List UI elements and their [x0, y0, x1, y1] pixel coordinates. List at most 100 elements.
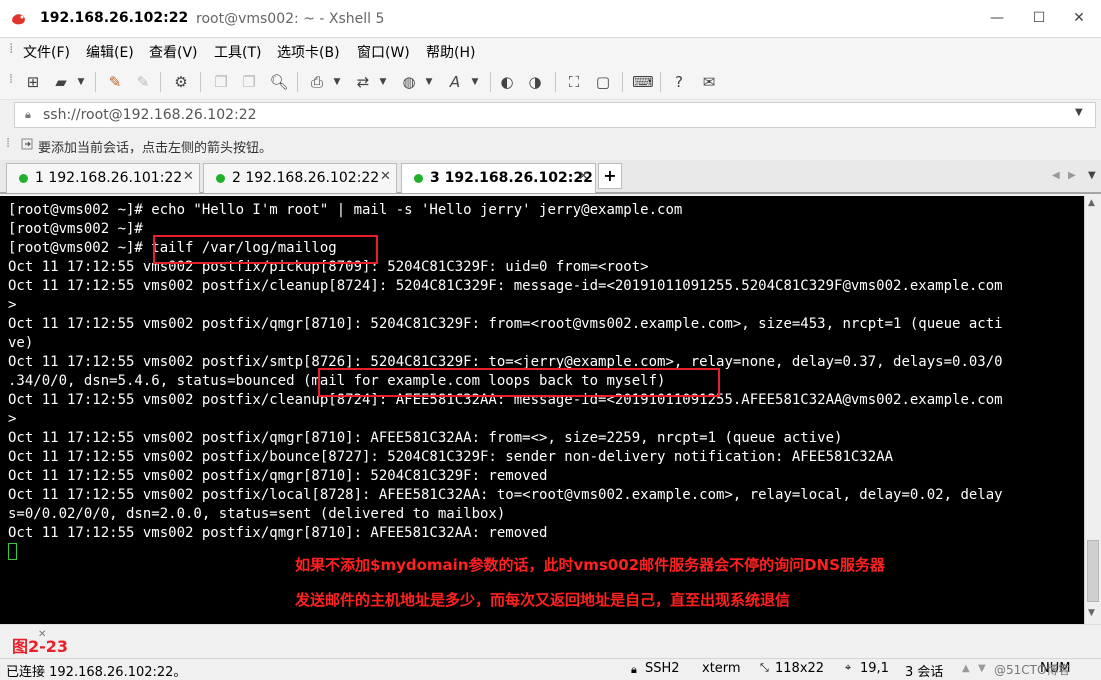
connected-dot-icon — [414, 174, 423, 183]
print-icon[interactable]: ⎙ — [306, 72, 328, 92]
xftp-icon[interactable]: ◐ — [496, 72, 518, 92]
globe-icon[interactable]: ◍ — [398, 72, 420, 92]
transfer-dropdown-icon[interactable]: ▼ — [372, 72, 394, 92]
terminal-line: Oct 11 17:12:55 vms002 postfix/cleanup[8… — [8, 278, 1003, 294]
connected-dot-icon — [216, 174, 225, 183]
terminal-cursor — [8, 543, 17, 560]
terminal-line: [root@vms002 ~]# — [8, 221, 143, 237]
terminal-line: [root@vms002 ~]# echo "Hello I'm root" |… — [8, 202, 683, 218]
terminal-line: Oct 11 17:12:55 vms002 postfix/qmgr[8710… — [8, 316, 1003, 332]
toolbar-grip-icon: ⁞ — [9, 72, 14, 87]
address-text[interactable]: ssh://root@192.168.26.102:22 — [43, 107, 257, 123]
title-bar: 192.168.26.102:22 root@vms002: ~ - Xshel… — [0, 0, 1101, 38]
toolbar: ⁞ ⊞ ▰ ▼ ✎ ✎ ⚙ ❐ ❐ 🔍︎ ⎙ ▼ ⇄ ▼ ◍ ▼ A ▼ ◐ ◑… — [0, 64, 1101, 100]
window-title-host: 192.168.26.102:22 — [40, 10, 189, 26]
toolbar-separator — [95, 72, 96, 92]
address-bar[interactable]: 🔒︎ ssh://root@192.168.26.102:22 ▼ — [14, 102, 1096, 128]
status-bar: 已连接 192.168.26.102:22。 🔒︎ SSH2 xterm ⤡ 1… — [0, 658, 1101, 680]
xmanager-icon[interactable]: ◑ — [524, 72, 546, 92]
terminal-line: > — [8, 411, 17, 427]
terminal[interactable]: [root@vms002 ~]# echo "Hello I'm root" |… — [0, 196, 1084, 624]
close-tab-icon[interactable]: ✕ — [380, 169, 391, 184]
tab-label: 1 192.168.26.101:22 — [35, 170, 183, 186]
new-session-icon[interactable]: ⊞ — [22, 72, 44, 92]
terminal-line: Oct 11 17:12:55 vms002 postfix/qmgr[8710… — [8, 525, 548, 541]
font-dropdown-icon[interactable]: ▼ — [464, 72, 486, 92]
protocol-status: SSH2 — [645, 661, 680, 676]
tab-session-3[interactable]: 3 192.168.26.102:22 ✕ — [401, 163, 596, 193]
open-dropdown-icon[interactable]: ▼ — [70, 72, 92, 92]
lock-screen-icon[interactable]: ▢ — [592, 72, 614, 92]
transfer-icon[interactable]: ⇄ — [352, 72, 374, 92]
hint-text: 要添加当前会话，点击左侧的箭头按钮。 — [38, 141, 273, 156]
add-tab-button[interactable]: + — [598, 163, 622, 189]
hint-bar: ⁞ 要添加当前会话，点击左侧的箭头按钮。 — [0, 130, 1101, 160]
tab-list-icon[interactable]: ▼ — [1088, 170, 1096, 181]
copy-icon[interactable]: ❐ — [210, 72, 232, 92]
hint-grip-icon: ⁞ — [6, 136, 11, 151]
annotation-line-2: 发送邮件的主机地址是多少，而每次又返回地址是自己，直至出现系统退信 — [295, 591, 791, 609]
lock-icon: 🔒︎ — [631, 663, 637, 676]
highlight-box-command — [153, 235, 378, 264]
keyboard-icon[interactable]: ⌨ — [632, 72, 654, 92]
highlight-box-bounce-reason — [318, 368, 720, 397]
cursor-position-status: 19,1 — [860, 661, 889, 676]
terminal-line: s=0/0.02/0/0, dsn=2.0.0, status=sent (de… — [8, 506, 506, 522]
connected-dot-icon — [19, 174, 28, 183]
session-down-icon[interactable]: ▼ — [978, 663, 986, 674]
help-icon[interactable]: ? — [668, 72, 690, 92]
find-icon[interactable]: 🔍︎ — [268, 72, 290, 92]
tab-session-2[interactable]: 2 192.168.26.102:22 ✕ — [203, 163, 397, 193]
menu-bar: ⁞ 文件(F) 编辑(E) 查看(V) 工具(T) 选项卡(B) 窗口(W) 帮… — [0, 38, 1101, 64]
menu-tabs[interactable]: 选项卡(B) — [277, 42, 340, 62]
minimize-button[interactable]: — — [980, 6, 1014, 30]
tab-session-1[interactable]: 1 192.168.26.101:22 ✕ — [6, 163, 200, 193]
scroll-down-icon[interactable]: ▼ — [1088, 608, 1095, 618]
menu-window[interactable]: 窗口(W) — [357, 42, 410, 62]
close-window-button[interactable]: ✕ — [1062, 6, 1096, 30]
xshell-app-icon — [12, 14, 25, 25]
toolbar-separator — [490, 72, 491, 92]
fullscreen-icon[interactable]: ⛶ — [563, 72, 585, 92]
session-count-status: 3 会话 — [905, 665, 944, 680]
tab-label: 2 192.168.26.102:22 — [232, 170, 380, 186]
menu-tools[interactable]: 工具(T) — [214, 42, 261, 62]
menu-view[interactable]: 查看(V) — [149, 42, 198, 62]
cursor-position-icon: ⌖ — [845, 661, 852, 674]
session-up-icon[interactable]: ▲ — [962, 663, 970, 674]
menu-help[interactable]: 帮助(H) — [426, 42, 475, 62]
globe-dropdown-icon[interactable]: ▼ — [418, 72, 440, 92]
annotation-line-1: 如果不添加$mydomain参数的话，此时vms002邮件服务器会不停的询问DN… — [295, 556, 885, 574]
session-properties-icon[interactable]: ⚙ — [170, 72, 192, 92]
close-tab-icon[interactable]: ✕ — [578, 169, 589, 184]
tab-scroll-left-icon[interactable]: ◀ — [1052, 170, 1060, 181]
chevron-down-icon[interactable]: ▼ — [1075, 107, 1083, 118]
menu-grip-icon: ⁞ — [9, 41, 14, 57]
reconnect-icon[interactable]: ✎ — [104, 72, 126, 92]
open-folder-icon[interactable]: ▰ — [50, 72, 72, 92]
terminal-line: Oct 11 17:12:55 vms002 postfix/bounce[87… — [8, 449, 894, 465]
scroll-up-icon[interactable]: ▲ — [1088, 198, 1095, 208]
tab-scroll-right-icon[interactable]: ▶ — [1068, 170, 1076, 181]
terminal-scrollbar[interactable]: ▲ ▼ — [1084, 196, 1101, 624]
disconnect-icon[interactable]: ✎ — [132, 72, 154, 92]
print-dropdown-icon[interactable]: ▼ — [326, 72, 348, 92]
toolbar-separator — [297, 72, 298, 92]
tab-bar: 1 192.168.26.101:22 ✕ 2 192.168.26.102:2… — [0, 160, 1101, 194]
menu-edit[interactable]: 编辑(E) — [86, 42, 134, 62]
maximize-button[interactable]: ☐ — [1022, 6, 1056, 30]
watermark: @51CTO博客 — [994, 663, 1071, 677]
paste-icon[interactable]: ❐ — [238, 72, 260, 92]
terminal-line: Oct 11 17:12:55 vms002 postfix/qmgr[8710… — [8, 468, 548, 484]
close-tab-icon[interactable]: ✕ — [183, 169, 194, 184]
tab-label: 3 192.168.26.102:22 — [430, 170, 593, 186]
toolbar-separator — [200, 72, 201, 92]
terminal-line: Oct 11 17:12:55 vms002 postfix/local[872… — [8, 487, 1003, 503]
scroll-thumb[interactable] — [1087, 540, 1099, 602]
terminal-line: ve) — [8, 335, 34, 351]
menu-file[interactable]: 文件(F) — [23, 42, 70, 62]
figure-label: 图2-23 — [12, 637, 69, 656]
font-icon[interactable]: A — [444, 72, 466, 92]
pin-arrow-icon[interactable] — [20, 137, 34, 151]
chat-icon[interactable]: ✉ — [698, 72, 720, 92]
